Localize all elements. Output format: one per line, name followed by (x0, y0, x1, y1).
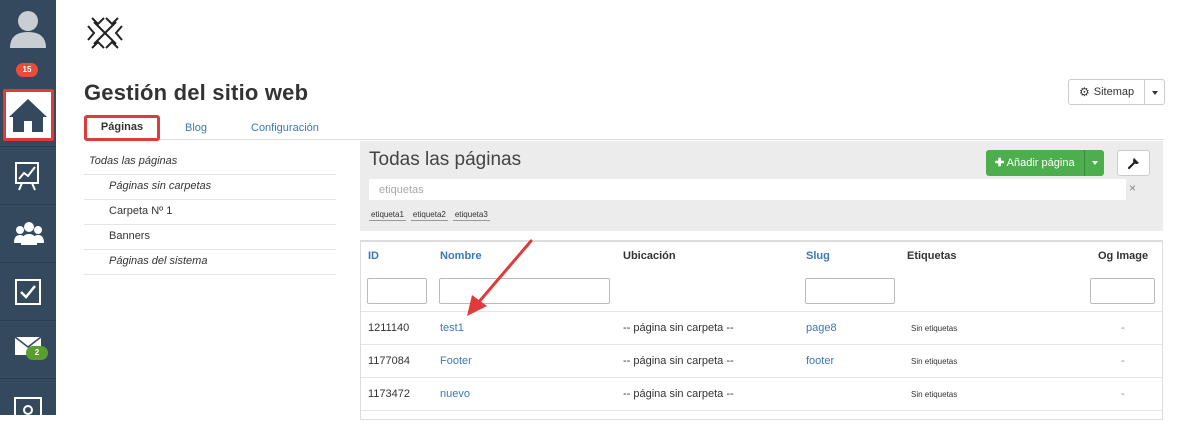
annotation-arrow (467, 239, 533, 316)
